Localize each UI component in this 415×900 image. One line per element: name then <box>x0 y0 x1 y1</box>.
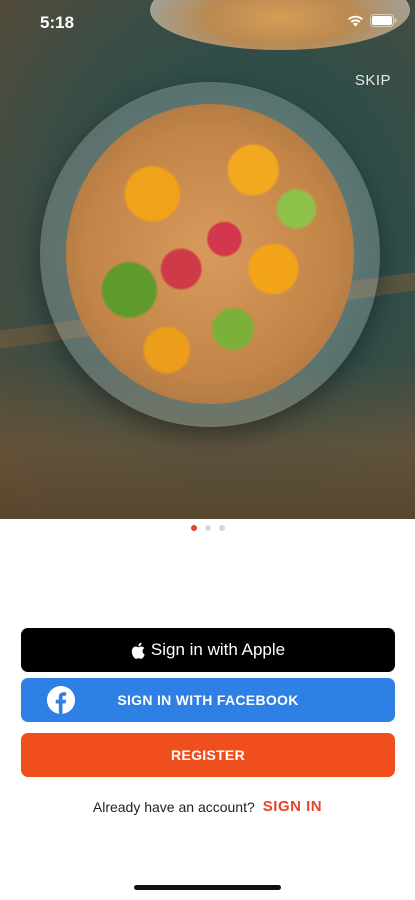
sign-in-link[interactable]: SIGN IN <box>263 798 322 815</box>
page-dot-2[interactable] <box>204 525 211 531</box>
page-indicator[interactable] <box>0 525 415 531</box>
page-dot-3[interactable] <box>218 525 225 531</box>
sign-in-prompt: Already have an account? SIGN IN <box>0 798 415 815</box>
apple-button-label: Sign in with Apple <box>150 640 286 659</box>
hero-image <box>0 0 415 519</box>
status-time: 5:18 <box>40 13 75 32</box>
status-icons <box>347 14 397 27</box>
sign-in-with-apple-button[interactable]: Sign in with Apple <box>21 628 395 672</box>
facebook-icon <box>47 686 75 714</box>
apple-icon <box>131 642 145 659</box>
wifi-icon <box>348 15 363 27</box>
home-indicator[interactable] <box>134 885 281 890</box>
battery-icon <box>370 14 397 27</box>
register-button[interactable]: REGISTER <box>21 733 395 777</box>
register-button-label: REGISTER <box>171 747 245 763</box>
have-account-text: Already have an account? <box>92 798 255 815</box>
bowl-food <box>66 104 354 404</box>
skip-button[interactable]: SKIP <box>355 72 391 89</box>
status-bar: 5:18 <box>0 0 415 44</box>
sign-in-with-facebook-button[interactable]: SIGN IN WITH FACEBOOK <box>21 678 395 722</box>
facebook-button-label: SIGN IN WITH FACEBOOK <box>117 692 299 708</box>
page-dot-1[interactable] <box>190 525 197 531</box>
